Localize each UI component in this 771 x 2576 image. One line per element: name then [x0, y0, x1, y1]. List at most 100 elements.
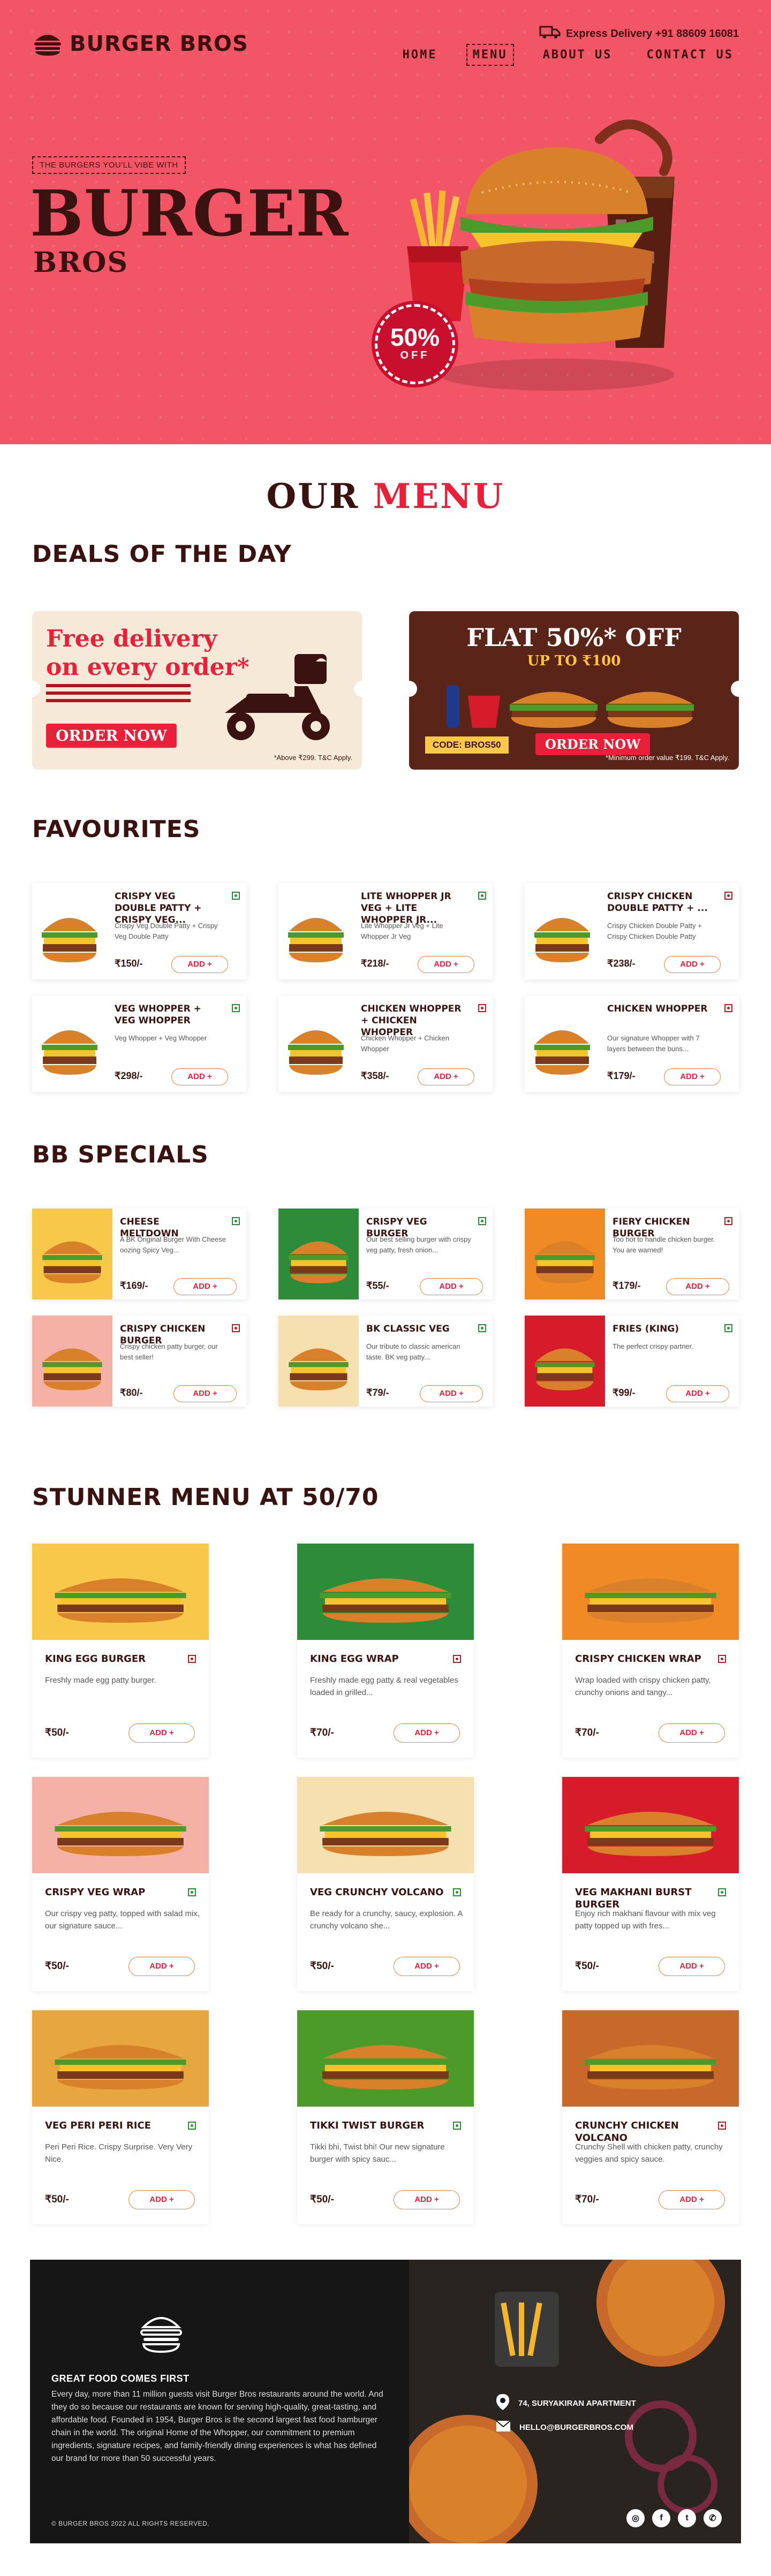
specials-item-card[interactable]: CHEESE MELTDOWN A BK Original Burger With… — [32, 1209, 246, 1300]
specials-item-card[interactable]: FRIES (KING) The perfect crispy partner. ₹… — [525, 1316, 739, 1407]
stunner-item-card[interactable]: CRISPY VEG WRAP Our crispy veg patty, top… — [32, 1777, 209, 1991]
stunner-item-card[interactable]: VEG MAKHANI BURST BURGER Enjoy rich makha… — [562, 1777, 739, 1991]
non-veg-indicator-icon — [478, 1004, 486, 1012]
stunner-item-card[interactable]: KING EGG BURGER Freshly made egg patty bu… — [32, 1544, 209, 1758]
stunner-item-image — [562, 1777, 739, 1873]
footer-address-text: 74, SURYAKIRAN APARTMENT — [518, 2398, 636, 2408]
add-to-cart-button[interactable]: ADD + — [659, 2190, 725, 2209]
brand[interactable]: BURGER BROS — [32, 29, 248, 59]
whatsapp-icon[interactable]: ✆ — [704, 2509, 722, 2527]
stunner-item-description: Peri Peri Rice. Crispy Surprise. Very Ve… — [45, 2142, 193, 2164]
stunner-item-image — [297, 1777, 474, 1873]
deal-card-free-delivery[interactable]: Free delivery on every order* ORDER NOW … — [32, 611, 362, 770]
veg-indicator-icon — [232, 1004, 240, 1012]
specials-item-card[interactable]: FIERY CHICKEN BURGER Too hot to handle ch… — [525, 1209, 739, 1300]
fries-image — [407, 190, 468, 321]
specials-item-image — [32, 1209, 112, 1300]
specials-item-card[interactable]: CRISPY CHICKEN BURGER Crispy chicken patt… — [32, 1316, 246, 1407]
add-to-cart-button[interactable]: ADD + — [659, 1723, 725, 1743]
twitter-icon[interactable]: t — [678, 2509, 696, 2527]
favourites-grid: CRISPY VEG DOUBLE PATTY + CRISPY VEG... C… — [32, 883, 739, 1092]
deal-order-now-button[interactable]: ORDER NOW — [535, 733, 651, 755]
favourites-item-description: Chicken Whopper + Chicken Whopper — [361, 1034, 450, 1053]
veg-indicator-icon — [188, 1888, 196, 1896]
add-to-cart-button[interactable]: ADD + — [173, 1278, 237, 1295]
specials-grid: CHEESE MELTDOWN A BK Original Burger With… — [32, 1209, 739, 1407]
stunner-item-card[interactable]: CRISPY CHICKEN WRAP Wrap loaded with cris… — [562, 1544, 739, 1758]
add-to-cart-button[interactable]: ADD + — [420, 1385, 483, 1402]
location-pin-icon — [496, 2393, 510, 2413]
add-to-cart-button[interactable]: ADD + — [128, 1723, 195, 1743]
favourites-item-name: CHICKEN WHOPPER — [607, 1004, 708, 1014]
favourites-item-card[interactable]: LITE WHOPPER JR VEG + LITE WHOPPER JR...… — [278, 883, 493, 979]
combo-meal-image — [447, 685, 694, 728]
deal-note: *Above ₹299. T&C Apply. — [274, 754, 352, 762]
stunner-item-price: ₹50/- — [310, 1961, 334, 1972]
stunner-item-price: ₹50/- — [45, 2194, 69, 2205]
stunner-item-card[interactable]: VEG PERI PERI RICE Peri Peri Rice. Crispy… — [32, 2010, 209, 2224]
stunner-item-card[interactable]: TIKKI TWIST BURGER Tikki bhi, Twist bhi! … — [297, 2010, 474, 2224]
favourites-item-card[interactable]: VEG WHOPPER + VEG WHOPPER Veg Whopper + V… — [32, 996, 246, 1092]
specials-item-image — [525, 1316, 605, 1407]
stunner-item-image — [32, 1777, 209, 1873]
add-to-cart-button[interactable]: ADD + — [666, 1278, 729, 1295]
nav-about-us[interactable]: ABOUT US — [538, 45, 618, 65]
specials-item-price: ₹55/- — [366, 1280, 389, 1291]
social-links: ◎ f t ✆ — [626, 2509, 722, 2527]
deal-card-flat-off[interactable]: FLAT 50%* OFF UP TO ₹100 CODE: BROS50 OR… — [409, 611, 739, 770]
scooter-icon — [225, 654, 330, 740]
our-menu-heading-part2: MENU — [373, 476, 505, 516]
deal-order-now-button[interactable]: ORDER NOW — [46, 724, 177, 748]
favourites-item-image — [278, 996, 353, 1092]
stunner-item-image — [562, 2010, 739, 2107]
favourites-item-card[interactable]: CRISPY VEG DOUBLE PATTY + CRISPY VEG... C… — [32, 883, 246, 979]
add-to-cart-button[interactable]: ADD + — [394, 1723, 460, 1743]
footer-body: Every day, more than 11 million guests v… — [51, 2390, 383, 2464]
add-to-cart-button[interactable]: ADD + — [173, 1385, 237, 1402]
add-to-cart-button[interactable]: ADD + — [418, 1068, 474, 1085]
stunner-item-price: ₹70/- — [575, 2194, 599, 2205]
nav-contact-us[interactable]: CONTACT US — [641, 45, 739, 65]
add-to-cart-button[interactable]: ADD + — [420, 1278, 483, 1295]
add-to-cart-button[interactable]: ADD + — [666, 1385, 729, 1402]
specials-item-description: Too hot to handle chicken burger. You ar… — [613, 1235, 715, 1254]
add-to-cart-button[interactable]: ADD + — [664, 956, 721, 973]
add-to-cart-button[interactable]: ADD + — [171, 956, 228, 973]
veg-indicator-icon — [478, 1324, 486, 1332]
footer-address[interactable]: 74, SURYAKIRAN APARTMENT — [496, 2393, 636, 2413]
instagram-icon[interactable]: ◎ — [626, 2509, 645, 2527]
stunner-item-card[interactable]: CRUNCHY CHICKEN VOLCANO Crunchy Shell wit… — [562, 2010, 739, 2224]
facebook-icon[interactable]: f — [652, 2509, 670, 2527]
specials-item-image — [525, 1209, 605, 1300]
main-menu: HOME MENU ABOUT US CONTACT US — [397, 44, 739, 66]
favourites-item-card[interactable]: CHICKEN WHOPPER + CHICKEN WHOPPER Chicken… — [278, 996, 493, 1092]
nav-menu[interactable]: MENU — [466, 44, 514, 66]
delivery-text: Express Delivery +91 88609 16081 — [565, 27, 739, 40]
add-to-cart-button[interactable]: ADD + — [171, 1068, 228, 1085]
stunner-item-card[interactable]: VEG CRUNCHY VOLCANO Be ready for a crunch… — [297, 1777, 474, 1991]
specials-item-card[interactable]: CRISPY VEG BURGER Our best selling burger… — [278, 1209, 493, 1300]
specials-item-image — [278, 1316, 359, 1407]
delivery-info[interactable]: Express Delivery +91 88609 16081 — [539, 25, 739, 43]
favourites-item-description: Lite Whopper Jr Veg + Lite Whopper Jr Ve… — [361, 922, 443, 940]
stunner-item-price: ₹50/- — [310, 2194, 334, 2205]
specials-item-card[interactable]: BK CLASSIC VEG Our tribute to classic ame… — [278, 1316, 493, 1407]
favourites-item-card[interactable]: CRISPY CHICKEN DOUBLE PATTY + ... Crispy … — [525, 883, 739, 979]
favourites-item-card[interactable]: CHICKEN WHOPPER Our signature Whopper wit… — [525, 996, 739, 1092]
add-to-cart-button[interactable]: ADD + — [659, 1957, 725, 1976]
add-to-cart-button[interactable]: ADD + — [128, 1957, 195, 1976]
delivery-truck-icon — [539, 25, 561, 43]
add-to-cart-button[interactable]: ADD + — [128, 2190, 195, 2209]
add-to-cart-button[interactable]: ADD + — [418, 956, 474, 973]
stunner-item-card[interactable]: KING EGG WRAP Freshly made egg patty & re… — [297, 1544, 474, 1758]
deals-title: DEALS OF THE DAY — [32, 541, 292, 568]
deal-coupon-code[interactable]: CODE: BROS50 — [425, 736, 509, 754]
discount-label: OFF — [400, 349, 430, 361]
add-to-cart-button[interactable]: ADD + — [664, 1068, 721, 1085]
add-to-cart-button[interactable]: ADD + — [394, 2190, 460, 2209]
nav-home[interactable]: HOME — [397, 45, 443, 65]
add-to-cart-button[interactable]: ADD + — [394, 1957, 460, 1976]
footer-email[interactable]: HELLO@BURGERBROS.COM — [496, 2420, 633, 2434]
stunner-item-name: KING EGG BURGER — [45, 1653, 146, 1665]
favourites-item-description: Crispy Chicken Double Patty + Crispy Chi… — [607, 922, 702, 940]
